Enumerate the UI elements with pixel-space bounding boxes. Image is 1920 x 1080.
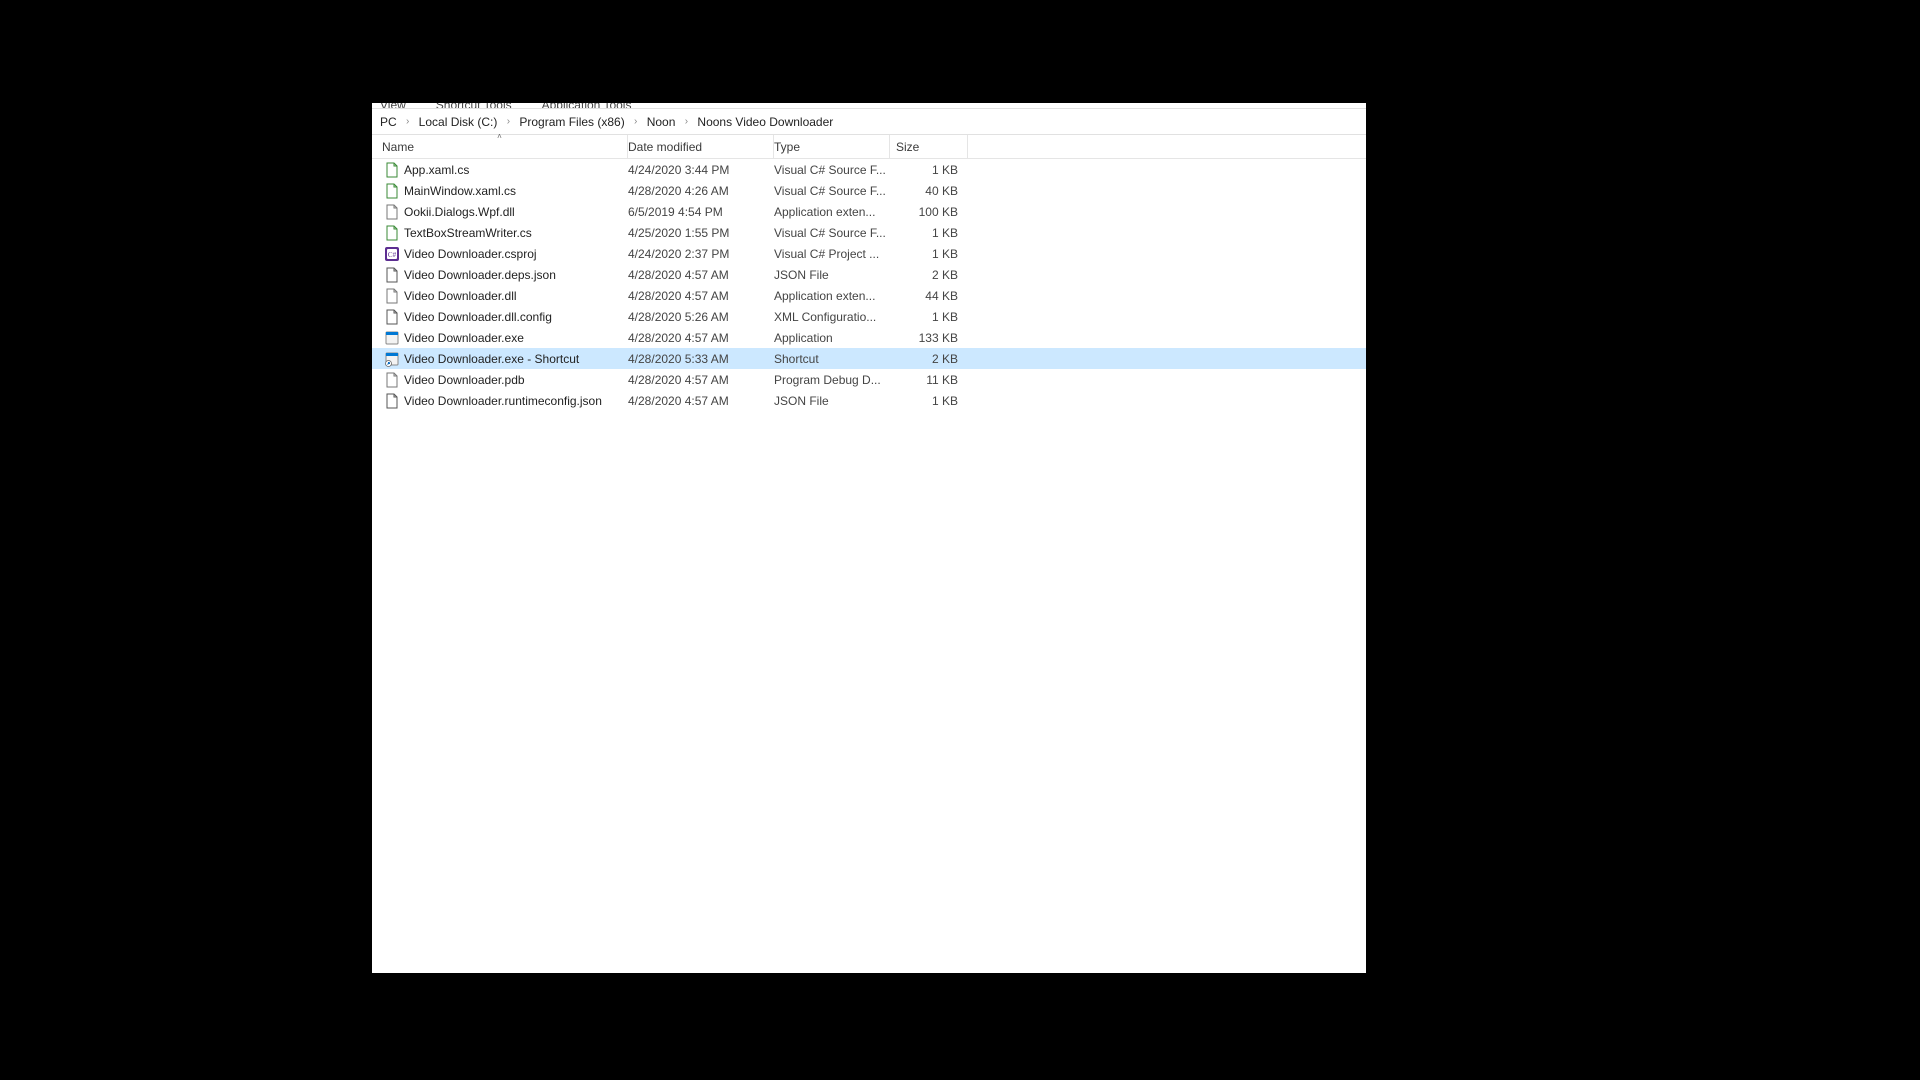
file-name: MainWindow.xaml.cs	[404, 184, 516, 198]
file-name: TextBoxStreamWriter.cs	[404, 226, 532, 240]
csproj-file-icon: C#	[384, 246, 400, 262]
file-type: XML Configuratio...	[774, 310, 890, 324]
file-date: 4/28/2020 4:57 AM	[628, 268, 774, 282]
file-row[interactable]: Video Downloader.pdb 4/28/2020 4:57 AMPro…	[372, 369, 1366, 390]
column-header-type-label: Type	[774, 140, 800, 154]
file-row[interactable]: Video Downloader.runtimeconfig.json 4/28/…	[372, 390, 1366, 411]
column-headers: ˄ Name Date modified Type Size	[372, 135, 1366, 159]
file-row[interactable]: Video Downloader.exe 4/28/2020 4:57 AMApp…	[372, 327, 1366, 348]
file-type: Shortcut	[774, 352, 890, 366]
file-type: Application exten...	[774, 289, 890, 303]
file-date: 4/28/2020 5:33 AM	[628, 352, 774, 366]
file-type: Visual C# Project ...	[774, 247, 890, 261]
file-date: 4/28/2020 4:26 AM	[628, 184, 774, 198]
file-type: Program Debug D...	[774, 373, 890, 387]
pdb-file-icon	[384, 372, 400, 388]
cs-file-icon	[384, 162, 400, 178]
file-name: Video Downloader.exe - Shortcut	[404, 352, 579, 366]
file-size: 1 KB	[890, 226, 968, 240]
file-date: 4/24/2020 2:37 PM	[628, 247, 774, 261]
file-size: 2 KB	[890, 352, 968, 366]
file-row[interactable]: Ookii.Dialogs.Wpf.dll 6/5/2019 4:54 PMApp…	[372, 201, 1366, 222]
file-date: 4/28/2020 4:57 AM	[628, 373, 774, 387]
ribbon-tab-shortcut-tools[interactable]: Shortcut Tools	[436, 103, 512, 108]
file-size: 11 KB	[890, 373, 968, 387]
column-header-size[interactable]: Size	[890, 135, 968, 158]
file-date: 4/24/2020 3:44 PM	[628, 163, 774, 177]
file-type: JSON File	[774, 394, 890, 408]
file-type: JSON File	[774, 268, 890, 282]
chevron-right-icon[interactable]: ›	[631, 116, 641, 127]
file-name: Video Downloader.deps.json	[404, 268, 556, 282]
cs-file-icon	[384, 183, 400, 199]
file-date: 4/28/2020 5:26 AM	[628, 310, 774, 324]
file-name: Video Downloader.dll.config	[404, 310, 552, 324]
file-row[interactable]: App.xaml.cs 4/24/2020 3:44 PMVisual C# So…	[372, 159, 1366, 180]
file-size: 44 KB	[890, 289, 968, 303]
cs-file-icon	[384, 225, 400, 241]
file-name: Video Downloader.csproj	[404, 247, 537, 261]
column-header-type[interactable]: Type	[774, 135, 890, 158]
file-date: 4/28/2020 4:57 AM	[628, 394, 774, 408]
column-header-date[interactable]: Date modified	[628, 135, 774, 158]
file-date: 4/28/2020 4:57 AM	[628, 289, 774, 303]
file-size: 100 KB	[890, 205, 968, 219]
file-row[interactable]: Video Downloader.deps.json 4/28/2020 4:57…	[372, 264, 1366, 285]
file-size: 1 KB	[890, 394, 968, 408]
breadcrumb-pc[interactable]: PC	[376, 115, 401, 129]
file-name: Video Downloader.pdb	[404, 373, 525, 387]
breadcrumb-program-files[interactable]: Program Files (x86)	[515, 115, 628, 129]
file-type: Visual C# Source F...	[774, 163, 890, 177]
dll-file-icon	[384, 204, 400, 220]
dll-file-icon	[384, 288, 400, 304]
svg-text:C#: C#	[388, 251, 397, 259]
file-name: Video Downloader.runtimeconfig.json	[404, 394, 602, 408]
file-row[interactable]: Video Downloader.exe - Shortcut 4/28/2020…	[372, 348, 1366, 369]
file-type: Visual C# Source F...	[774, 184, 890, 198]
breadcrumb-noon[interactable]: Noon	[643, 115, 680, 129]
breadcrumb-current-folder[interactable]: Noons Video Downloader	[693, 115, 837, 129]
file-name: Video Downloader.exe	[404, 331, 524, 345]
lnk-file-icon	[384, 351, 400, 367]
file-size: 1 KB	[890, 310, 968, 324]
file-type: Application	[774, 331, 890, 345]
file-type: Visual C# Source F...	[774, 226, 890, 240]
ribbon-tab-application-tools[interactable]: Application Tools	[542, 103, 632, 108]
json-file-icon	[384, 393, 400, 409]
file-date: 4/25/2020 1:55 PM	[628, 226, 774, 240]
json-file-icon	[384, 267, 400, 283]
file-type: Application exten...	[774, 205, 890, 219]
exe-file-icon	[384, 330, 400, 346]
file-size: 1 KB	[890, 163, 968, 177]
file-row[interactable]: Video Downloader.dll.config 4/28/2020 5:2…	[372, 306, 1366, 327]
file-list[interactable]: App.xaml.cs4/24/2020 3:44 PMVisual C# So…	[372, 159, 1366, 411]
file-size: 1 KB	[890, 247, 968, 261]
config-file-icon	[384, 309, 400, 325]
file-row[interactable]: MainWindow.xaml.cs 4/28/2020 4:26 AMVisua…	[372, 180, 1366, 201]
file-explorer-window: View Shortcut Tools Application Tools PC…	[372, 103, 1366, 973]
file-size: 133 KB	[890, 331, 968, 345]
file-row[interactable]: C# Video Downloader.csproj 4/24/2020 2:37 …	[372, 243, 1366, 264]
address-bar[interactable]: PC › Local Disk (C:) › Program Files (x8…	[372, 109, 1366, 135]
chevron-right-icon[interactable]: ›	[681, 116, 691, 127]
file-size: 2 KB	[890, 268, 968, 282]
file-date: 4/28/2020 4:57 AM	[628, 331, 774, 345]
column-header-size-label: Size	[896, 140, 919, 154]
column-header-date-label: Date modified	[628, 140, 702, 154]
file-row[interactable]: Video Downloader.dll 4/28/2020 4:57 AMApp…	[372, 285, 1366, 306]
sort-ascending-icon: ˄	[497, 132, 502, 141]
column-header-name-label: Name	[382, 140, 414, 154]
file-name: Video Downloader.dll	[404, 289, 517, 303]
chevron-right-icon[interactable]: ›	[503, 116, 513, 127]
ribbon-tab-view[interactable]: View	[380, 103, 406, 108]
file-row[interactable]: TextBoxStreamWriter.cs 4/25/2020 1:55 PMV…	[372, 222, 1366, 243]
file-size: 40 KB	[890, 184, 968, 198]
breadcrumb-local-disk[interactable]: Local Disk (C:)	[415, 115, 502, 129]
chevron-right-icon[interactable]: ›	[403, 116, 413, 127]
file-date: 6/5/2019 4:54 PM	[628, 205, 774, 219]
column-header-name[interactable]: ˄ Name	[372, 135, 628, 158]
file-name: Ookii.Dialogs.Wpf.dll	[404, 205, 515, 219]
file-name: App.xaml.cs	[404, 163, 469, 177]
